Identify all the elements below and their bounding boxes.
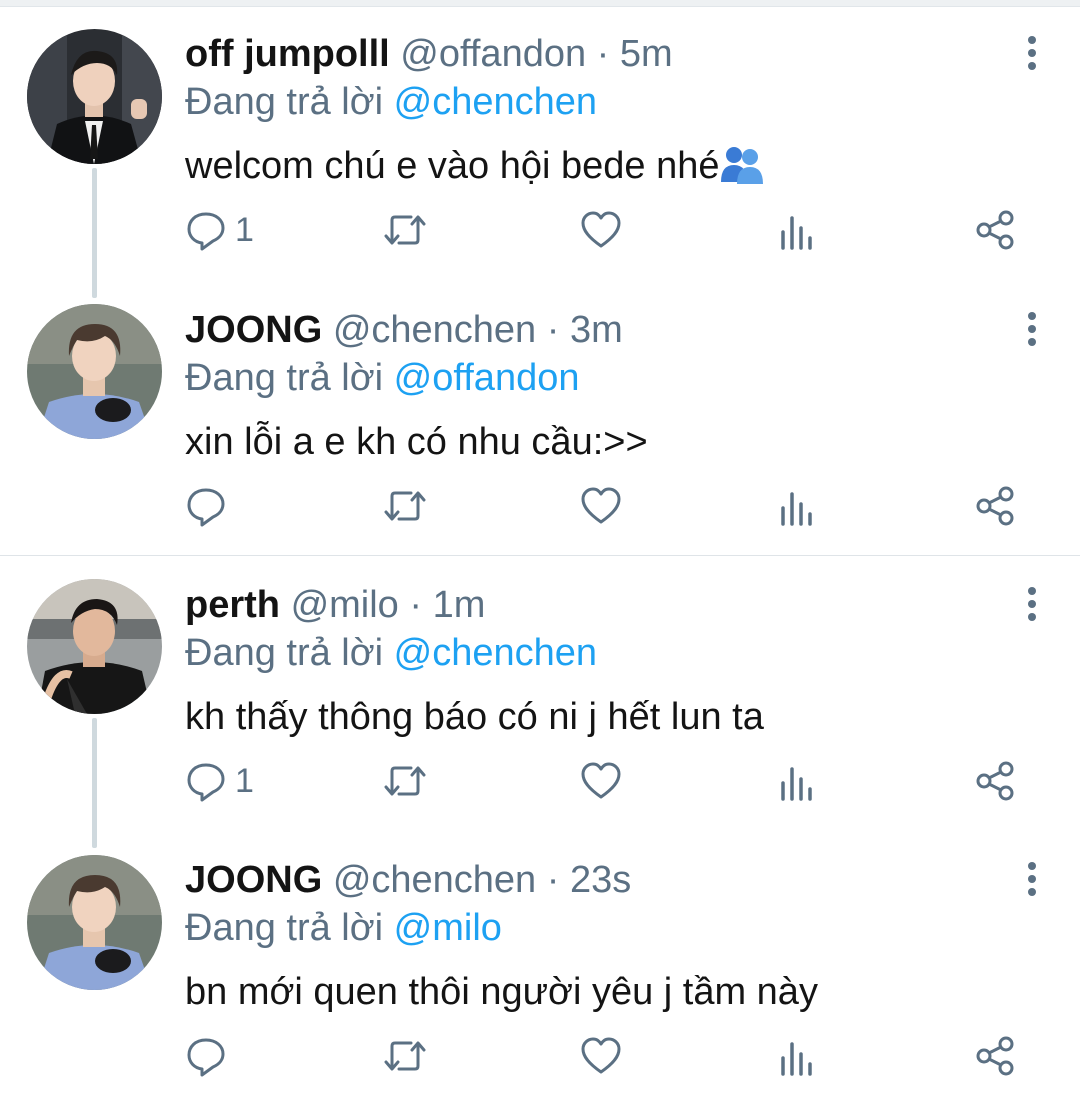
retweet-button[interactable]: [383, 200, 427, 260]
user-handle[interactable]: @chenchen: [333, 309, 536, 351]
tweet-text-content: bn mới quen thôi người yêu j tầm này: [185, 971, 818, 1013]
more-icon[interactable]: [1024, 312, 1040, 352]
retweet-icon: [384, 766, 426, 796]
separator-dot: ·: [546, 859, 560, 901]
timestamp[interactable]: 1m: [433, 584, 486, 626]
share-button[interactable]: [975, 1026, 1017, 1086]
like-button[interactable]: [580, 751, 622, 811]
separator-dot: ·: [409, 584, 423, 626]
reply-prefix: Đang trả lời: [185, 81, 384, 123]
display-name[interactable]: JOONG: [185, 859, 322, 901]
retweet-button[interactable]: [383, 751, 427, 811]
tweet[interactable]: off jumpolll @offandon · 5m Đang trả lời…: [0, 4, 1080, 274]
tweet-text-content: welcom chú e vào hội bede nhé: [185, 145, 720, 187]
like-button[interactable]: [580, 200, 622, 260]
avatar[interactable]: [27, 304, 162, 439]
share-button[interactable]: [975, 751, 1017, 811]
reply-button[interactable]: [185, 1026, 235, 1086]
tweet-text: kh thấy thông báo có ni j hết lun ta: [185, 693, 764, 741]
tweet-header: JOONG @chenchen · 23s: [185, 858, 631, 902]
retweet-icon: [384, 1041, 426, 1071]
tweet[interactable]: perth @milo · 1m Đang trả lời @chenchen …: [0, 555, 1080, 825]
like-icon: [581, 211, 621, 248]
display-name[interactable]: off jumpolll: [185, 33, 390, 75]
share-button[interactable]: [975, 476, 1017, 536]
tweet-text-content: xin lỗi a e kh có nhu cầu:>>: [185, 421, 648, 463]
user-handle[interactable]: @offandon: [400, 33, 586, 75]
reply-prefix: Đang trả lời: [185, 907, 384, 949]
share-button[interactable]: [975, 200, 1017, 260]
more-icon[interactable]: [1024, 36, 1040, 76]
mention-link[interactable]: @milo: [394, 907, 502, 949]
analytics-button[interactable]: [779, 1026, 815, 1086]
reply-prefix: Đang trả lời: [185, 357, 384, 399]
reply-icon: [187, 763, 225, 802]
reply-count: 1: [235, 210, 254, 249]
mention-link[interactable]: @chenchen: [394, 632, 597, 674]
reply-context: Đang trả lời @chenchen: [185, 80, 597, 124]
action-bar: [185, 1026, 1035, 1086]
reply-prefix: Đang trả lời: [185, 632, 384, 674]
like-button[interactable]: [580, 476, 622, 536]
more-icon[interactable]: [1024, 862, 1040, 902]
analytics-icon: [781, 767, 812, 801]
reply-button[interactable]: 1: [185, 200, 254, 260]
two-people-emoji: [719, 144, 765, 196]
like-icon: [581, 487, 621, 524]
timestamp[interactable]: 5m: [620, 33, 673, 75]
reply-icon: [187, 488, 225, 527]
display-name[interactable]: JOONG: [185, 309, 322, 351]
share-icon: [976, 210, 1014, 250]
like-button[interactable]: [580, 1026, 622, 1086]
timestamp[interactable]: 3m: [570, 309, 623, 351]
reply-context: Đang trả lời @chenchen: [185, 631, 597, 675]
more-icon[interactable]: [1024, 587, 1040, 627]
analytics-icon: [781, 1042, 812, 1076]
action-bar: 1: [185, 751, 1035, 811]
tweet[interactable]: JOONG @chenchen · 23s Đang trả lời @milo…: [0, 830, 1080, 1100]
avatar[interactable]: [27, 855, 162, 990]
mention-link[interactable]: @offandon: [394, 357, 580, 399]
tweet[interactable]: JOONG @chenchen · 3m Đang trả lời @offan…: [0, 280, 1080, 550]
reply-icon: [187, 212, 225, 251]
tweet-text: xin lỗi a e kh có nhu cầu:>>: [185, 418, 648, 466]
tweet-text-content: kh thấy thông báo có ni j hết lun ta: [185, 696, 764, 738]
action-bar: 1: [185, 200, 1035, 260]
mention-link[interactable]: @chenchen: [394, 81, 597, 123]
separator-dot: ·: [596, 33, 610, 75]
tweet-header: off jumpolll @offandon · 5m: [185, 32, 673, 76]
display-name[interactable]: perth: [185, 584, 280, 626]
separator-dot: ·: [546, 309, 560, 351]
analytics-icon: [781, 216, 812, 250]
tweet-header: perth @milo · 1m: [185, 583, 485, 627]
avatar[interactable]: [27, 29, 162, 164]
tweet-header: JOONG @chenchen · 3m: [185, 308, 623, 352]
share-icon: [976, 486, 1014, 526]
share-icon: [976, 1036, 1014, 1076]
user-handle[interactable]: @chenchen: [333, 859, 536, 901]
analytics-button[interactable]: [779, 476, 815, 536]
analytics-button[interactable]: [779, 751, 815, 811]
retweet-button[interactable]: [383, 476, 427, 536]
analytics-icon: [781, 492, 812, 526]
avatar[interactable]: [27, 579, 162, 714]
timestamp[interactable]: 23s: [570, 859, 631, 901]
reply-button[interactable]: 1: [185, 751, 254, 811]
reply-button[interactable]: [185, 476, 235, 536]
like-icon: [581, 1037, 621, 1074]
reply-count: 1: [235, 761, 254, 800]
tweet-text: welcom chú e vào hội bede nhé: [185, 142, 765, 196]
retweet-button[interactable]: [383, 1026, 427, 1086]
retweet-icon: [384, 491, 426, 521]
tweet-text: bn mới quen thôi người yêu j tầm này: [185, 968, 818, 1016]
reply-icon: [187, 1038, 225, 1077]
action-bar: [185, 476, 1035, 536]
retweet-icon: [384, 215, 426, 245]
like-icon: [581, 762, 621, 799]
reply-context: Đang trả lời @milo: [185, 906, 502, 950]
share-icon: [976, 761, 1014, 801]
user-handle[interactable]: @milo: [291, 584, 399, 626]
analytics-button[interactable]: [779, 200, 815, 260]
reply-context: Đang trả lời @offandon: [185, 356, 579, 400]
